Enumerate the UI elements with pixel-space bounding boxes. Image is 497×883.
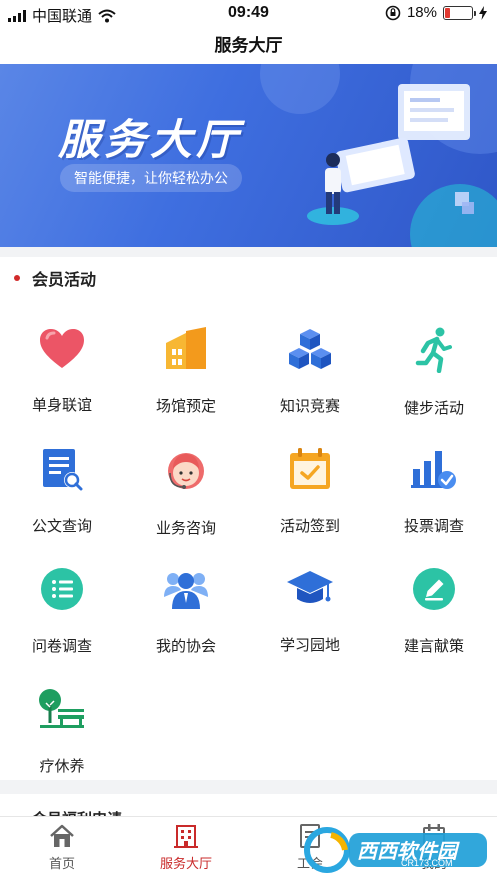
charging-icon <box>479 5 487 20</box>
home-icon <box>50 824 74 847</box>
grid-item-quiz[interactable]: 知识竞赛 <box>248 305 372 415</box>
runner-icon <box>410 327 458 373</box>
grid-item-label: 投票调查 <box>403 518 464 535</box>
section-divider <box>0 247 497 257</box>
grid-item-suggestions[interactable]: 建言献策 <box>372 545 496 655</box>
grid-item-label: 疗休养 <box>39 758 85 775</box>
cubes-icon <box>286 327 334 371</box>
grid-item-study-garden[interactable]: 学习园地 <box>248 545 372 655</box>
status-right: 18% <box>385 4 487 21</box>
tab-label: 首页 <box>48 856 75 871</box>
customer-service-icon <box>162 447 210 493</box>
battery-percent: 18% <box>406 4 437 21</box>
building-grid-icon <box>174 825 198 848</box>
grid-item-label: 公文查询 <box>31 518 92 535</box>
grid-item-questionnaire[interactable]: 问卷调查 <box>0 545 124 655</box>
tab-home[interactable]: 首页 <box>0 823 124 872</box>
section-title-label: 会员活动 <box>32 272 97 289</box>
tab-service-hall[interactable]: 服务大厅 <box>124 823 248 872</box>
page-title: 服务大厅 <box>214 36 283 55</box>
grid-item-voting[interactable]: 投票调查 <box>372 425 496 535</box>
grid-item-label: 知识竞赛 <box>279 398 340 415</box>
grid-item-walking[interactable]: 健步活动 <box>372 305 496 417</box>
heart-icon <box>38 327 86 370</box>
grid-item-checkin[interactable]: 活动签到 <box>248 425 372 535</box>
checklist-icon <box>38 567 86 611</box>
grid-item-venue-booking[interactable]: 场馆预定 <box>124 305 248 415</box>
grid-item-label: 健步活动 <box>403 400 464 417</box>
building-icon <box>162 327 210 371</box>
pencil-icon <box>410 567 458 611</box>
banner-subtitle: 智能便捷，让你轻松办公 <box>60 164 242 192</box>
section-divider <box>0 780 497 794</box>
tree-bench-icon <box>38 687 86 731</box>
banner-title: 服务大厅 <box>58 116 243 163</box>
graduation-cap-icon <box>286 567 334 610</box>
bullet-dot <box>14 275 20 281</box>
grid-item-label: 我的协会 <box>155 638 216 655</box>
calendar-check-icon <box>286 447 334 491</box>
grid-item-label: 单身联谊 <box>31 397 92 414</box>
group-icon <box>162 567 210 611</box>
grid-item-label: 建言献策 <box>403 638 464 655</box>
watermark-logo: 西西软件园 CR173.COM <box>301 825 491 875</box>
bar-chart-check-icon <box>410 447 458 491</box>
grid-item-label: 场馆预定 <box>155 398 216 415</box>
grid-item-label: 学习园地 <box>279 637 340 654</box>
grid-item-my-association[interactable]: 我的协会 <box>124 545 248 655</box>
grid-item-single-social[interactable]: 单身联谊 <box>0 305 124 415</box>
grid-item-label: 活动签到 <box>279 518 340 535</box>
status-bar: 中国联通 09:49 18% <box>0 0 497 28</box>
banner[interactable]: 服务大厅 智能便捷，让你轻松办公 <box>0 64 497 247</box>
section-title: 会员活动 <box>14 266 96 290</box>
grid-item-label: 问卷调查 <box>31 638 92 655</box>
rotation-lock-icon <box>385 5 401 20</box>
battery-icon <box>443 5 476 20</box>
watermark-subtext: CR173.COM <box>401 858 453 868</box>
grid-item-consulting[interactable]: 业务咨询 <box>124 425 248 537</box>
grid-item-label: 业务咨询 <box>155 520 216 537</box>
grid-item-recuperation[interactable]: 疗休养 <box>0 665 124 775</box>
document-search-icon <box>38 447 86 491</box>
grid-item-document-query[interactable]: 公文查询 <box>0 425 124 535</box>
tab-label: 服务大厅 <box>159 856 212 871</box>
